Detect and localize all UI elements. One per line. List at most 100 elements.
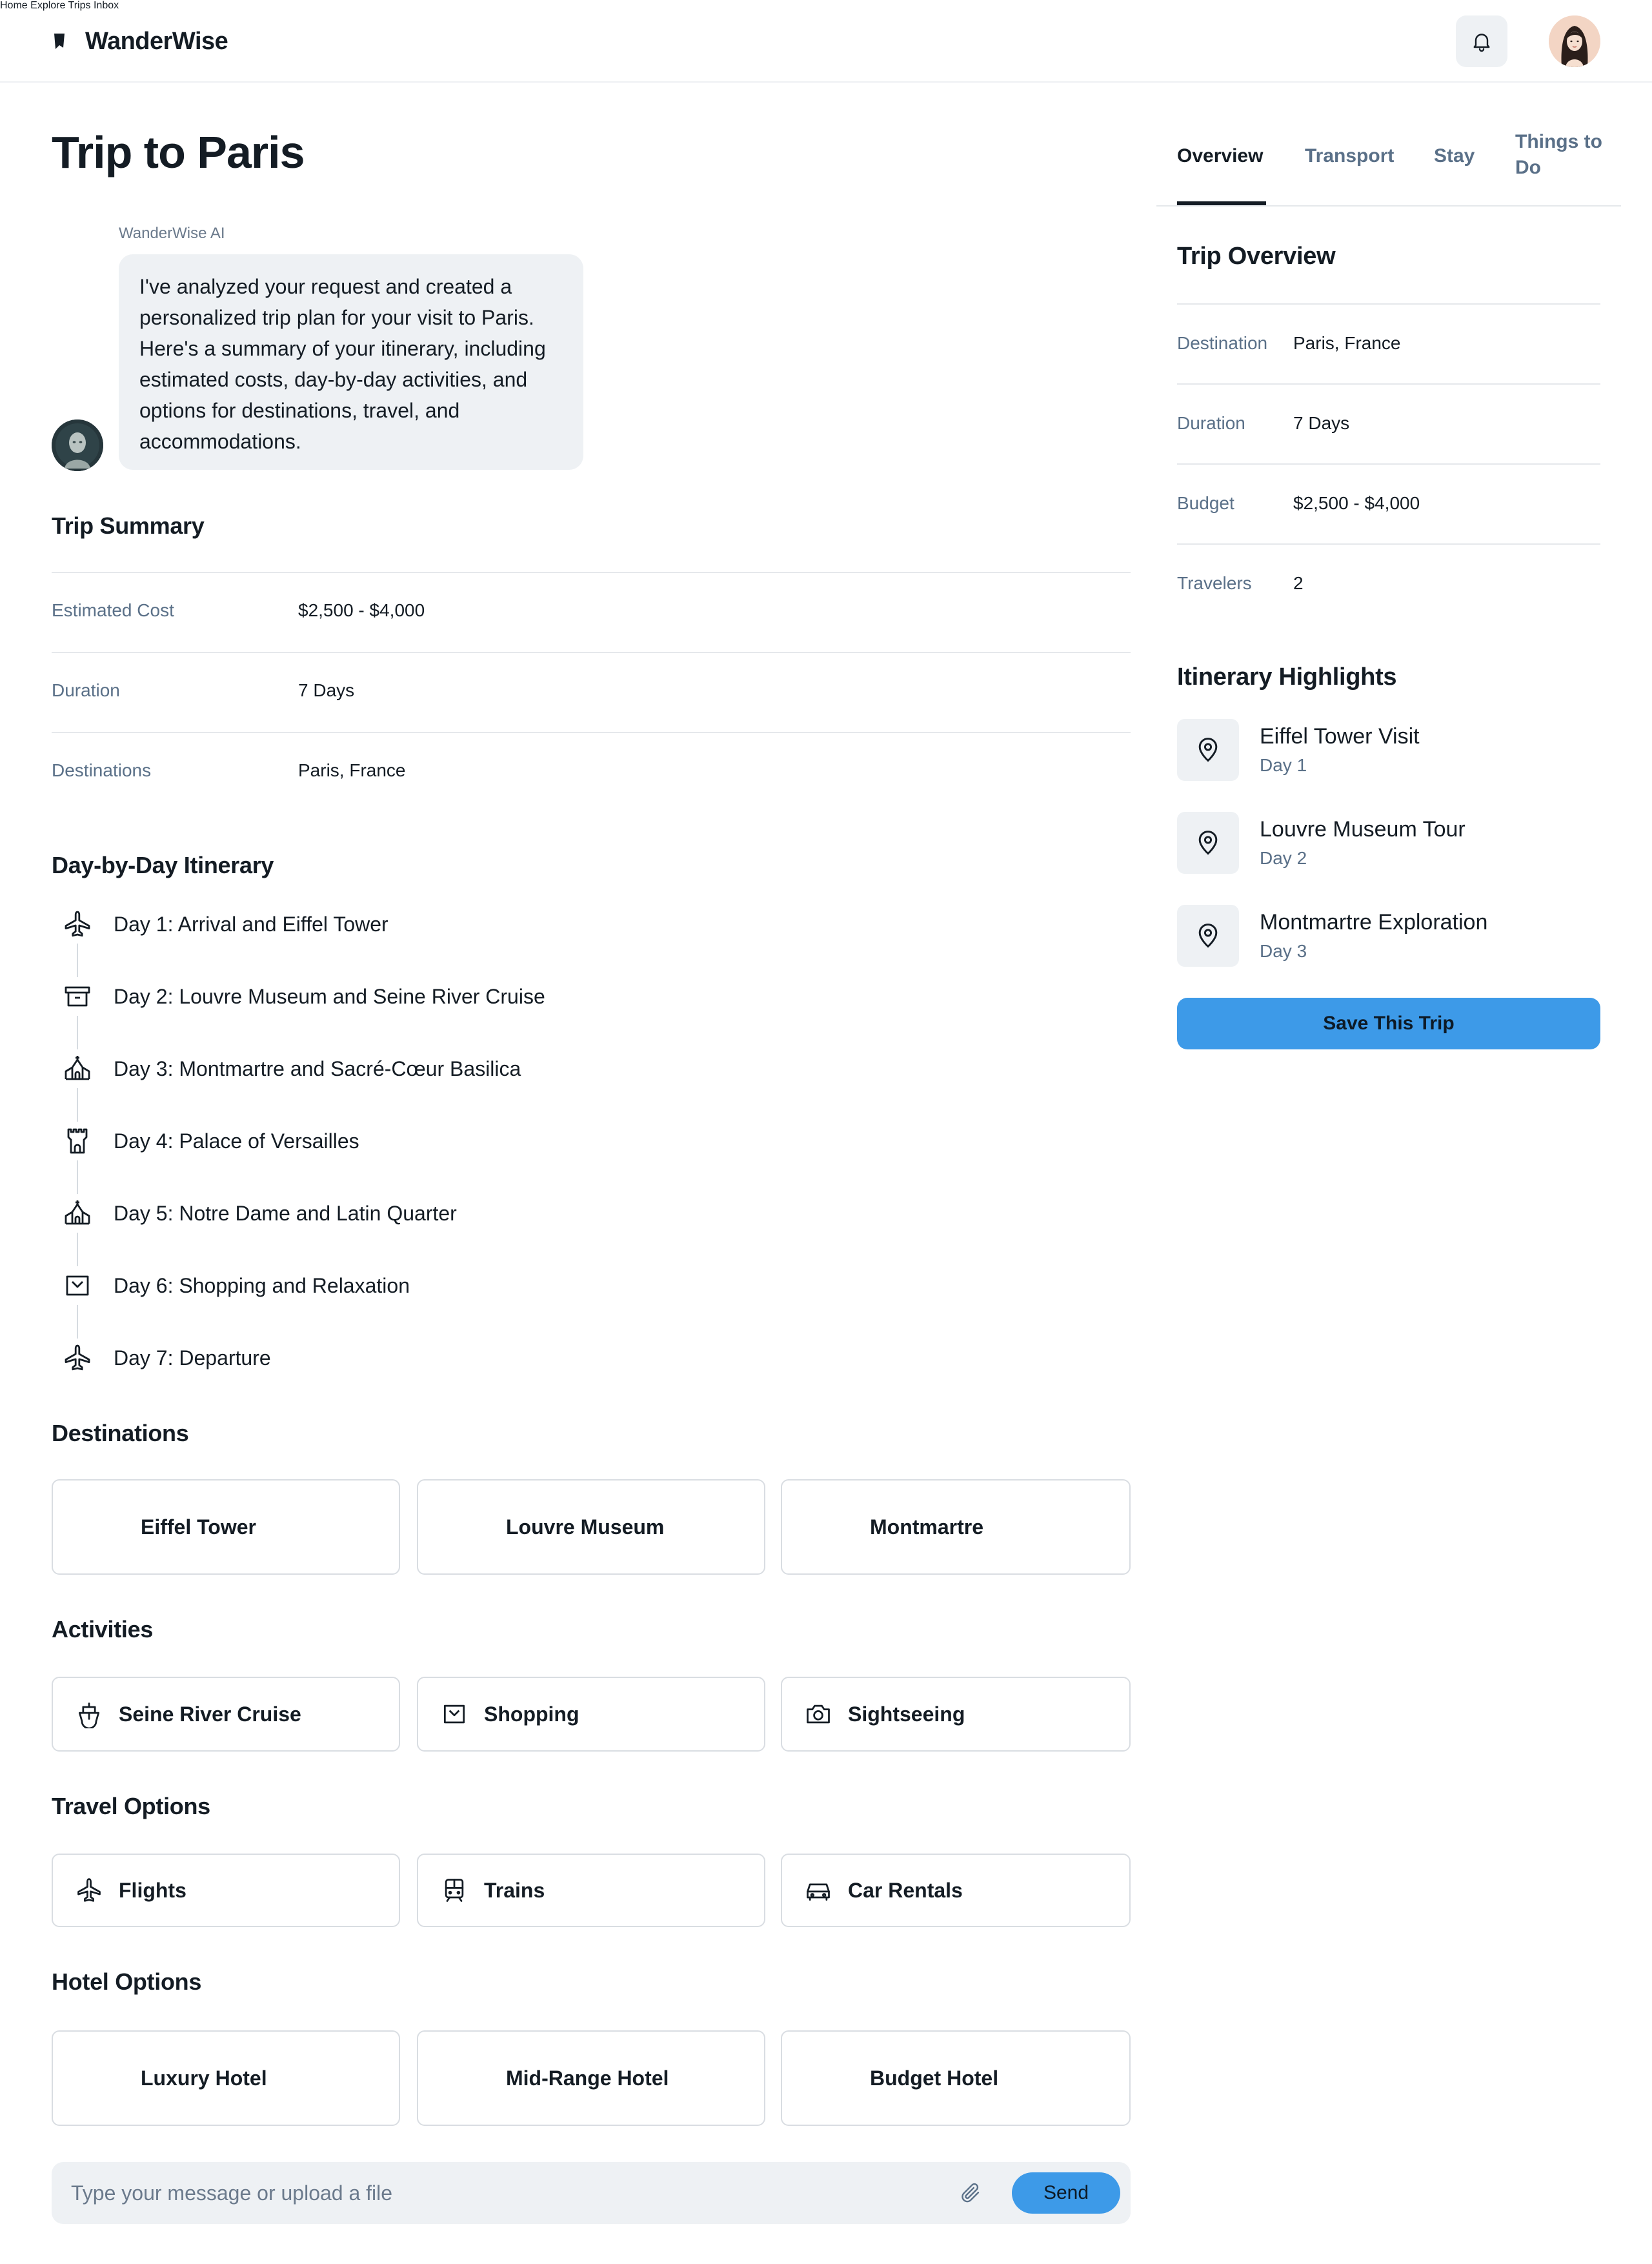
destination-label: Louvre Museum [506,1515,665,1539]
attach-file-button[interactable] [955,2178,986,2208]
itinerary-title: Day-by-Day Itinerary [52,852,274,878]
ai-message-bubble: I've analyzed your request and created a… [119,254,583,470]
activity-label: Seine River Cruise [119,1702,301,1726]
overview-label: Budget [1177,493,1234,513]
itinerary-day-text: Day 1: Arrival and Eiffel Tower [114,912,388,936]
map-pin-icon [1198,738,1218,762]
hotel-card-mid-range[interactable]: Mid-Range Hotel [417,2030,765,2126]
overview-value: 2 [1293,573,1304,593]
active-tab-indicator [1177,201,1266,205]
highlight-name: Eiffel Tower Visit [1260,724,1420,749]
hotel-label: Mid-Range Hotel [506,2066,669,2090]
travel-card-flights[interactable]: Flights [52,1854,400,1927]
nav-trips[interactable]: Trips [68,0,91,11]
summary-value: 7 Days [298,680,355,700]
ai-avatar [52,419,103,471]
highlight-day: Day 3 [1260,941,1307,961]
destination-card-louvre-museum[interactable]: Louvre Museum [417,1479,765,1575]
church-icon [65,1056,90,1080]
itinerary-day-5[interactable]: Day 5: Notre Dame and Latin Quarter [52,1194,457,1233]
logo-icon [54,34,65,49]
itinerary-day-text: Day 2: Louvre Museum and Seine River Cru… [114,984,545,1008]
app-name: WanderWise [85,27,228,55]
travel-label: Car Rentals [848,1878,963,1902]
plane-icon [77,1878,101,1902]
summary-label: Estimated Cost [52,600,174,620]
brand[interactable]: WanderWise [52,26,228,57]
destination-label: Eiffel Tower [141,1515,256,1539]
destination-label: Montmartre [870,1515,984,1539]
destinations-title: Destinations [52,1420,189,1446]
itinerary-day-text: Day 3: Montmartre and Sacré-Cœur Basilic… [114,1056,521,1080]
camera-icon [807,1704,830,1724]
itinerary-day-6[interactable]: Day 6: Shopping and Relaxation [52,1266,410,1305]
activity-card-shopping[interactable]: Shopping [417,1677,765,1752]
travel-card-car-rentals[interactable]: Car Rentals [781,1854,1131,1927]
tab-things-to-do[interactable]: Things to Do [1515,129,1612,181]
overview-row-duration: Duration 7 Days [1177,383,1600,463]
tab-transport[interactable]: Transport [1305,143,1394,169]
train-icon [445,1879,464,1902]
notifications-button[interactable] [1456,15,1507,67]
overview-value: Paris, France [1293,333,1401,353]
itinerary-highlights-title: Itinerary Highlights [1177,663,1397,691]
itinerary-day-7[interactable]: Day 7: Departure [52,1339,271,1377]
travel-label: Flights [119,1878,186,1902]
shopping-bag-icon [66,1275,89,1296]
ai-sender-label: WanderWise AI [119,225,225,242]
summary-row-destinations: Destinations Paris, France [52,732,1131,812]
ai-avatar-image [52,419,103,471]
highlight-item-montmartre[interactable]: Montmartre Exploration Day 3 [1177,905,1600,967]
tab-overview[interactable]: Overview [1177,143,1263,169]
tab-stay[interactable]: Stay [1434,143,1475,169]
itinerary-day-2[interactable]: Day 2: Louvre Museum and Seine River Cru… [52,977,545,1016]
church-icon [65,1200,90,1225]
activity-label: Sightseeing [848,1702,965,1726]
archive-icon [65,986,90,1007]
overview-row-budget: Budget $2,500 - $4,000 [1177,463,1600,543]
hotel-label: Budget Hotel [870,2066,999,2090]
overview-row-travelers: Travelers 2 [1177,543,1600,623]
message-input[interactable] [71,2176,974,2210]
send-button[interactable]: Send [1012,2172,1120,2214]
user-avatar[interactable] [1549,15,1600,67]
destination-card-eiffel-tower[interactable]: Eiffel Tower [52,1479,400,1575]
trip-summary-title: Trip Summary [52,512,205,539]
destination-card-montmartre[interactable]: Montmartre [781,1479,1131,1575]
hotel-label: Luxury Hotel [141,2066,267,2090]
hotel-card-luxury[interactable]: Luxury Hotel [52,2030,400,2126]
travel-card-trains[interactable]: Trains [417,1854,765,1927]
overview-value: $2,500 - $4,000 [1293,493,1420,513]
highlight-item-louvre-museum[interactable]: Louvre Museum Tour Day 2 [1177,812,1600,874]
itinerary-day-text: Day 7: Departure [114,1346,271,1370]
activity-card-seine-river-cruise[interactable]: Seine River Cruise [52,1677,400,1752]
user-avatar-image [1549,15,1600,67]
itinerary-day-1[interactable]: Day 1: Arrival and Eiffel Tower [52,905,388,944]
highlight-name: Montmartre Exploration [1260,910,1488,935]
car-icon [807,1883,830,1901]
bell-icon [1473,34,1490,52]
summary-label: Duration [52,680,120,700]
summary-label: Destinations [52,760,152,780]
overview-row-destination: Destination Paris, France [1177,303,1600,383]
map-pin-icon [1198,831,1218,855]
overview-label: Destination [1177,333,1268,353]
itinerary-day-4[interactable]: Day 4: Palace of Versailles [52,1122,359,1160]
travel-label: Trains [484,1878,545,1902]
summary-value: Paris, France [298,760,406,780]
itinerary-day-3[interactable]: Day 3: Montmartre and Sacré-Cœur Basilic… [52,1049,521,1088]
trip-overview-title: Trip Overview [1177,243,1336,270]
nav-explore[interactable]: Explore [30,0,65,11]
nav-home[interactable]: Home [0,0,28,11]
overview-value: 7 Days [1293,413,1350,433]
main-nav: Home Explore Trips Inbox [0,0,1652,12]
nav-inbox[interactable]: Inbox [94,0,119,11]
save-trip-button[interactable]: Save This Trip [1177,998,1600,1049]
overview-label: Travelers [1177,573,1252,593]
highlight-item-eiffel-tower[interactable]: Eiffel Tower Visit Day 1 [1177,719,1600,781]
page-title: Trip to Paris [52,127,305,177]
activities-title: Activities [52,1616,154,1642]
map-pin-icon [1198,924,1218,948]
hotel-card-budget[interactable]: Budget Hotel [781,2030,1131,2126]
activity-card-sightseeing[interactable]: Sightseeing [781,1677,1131,1752]
